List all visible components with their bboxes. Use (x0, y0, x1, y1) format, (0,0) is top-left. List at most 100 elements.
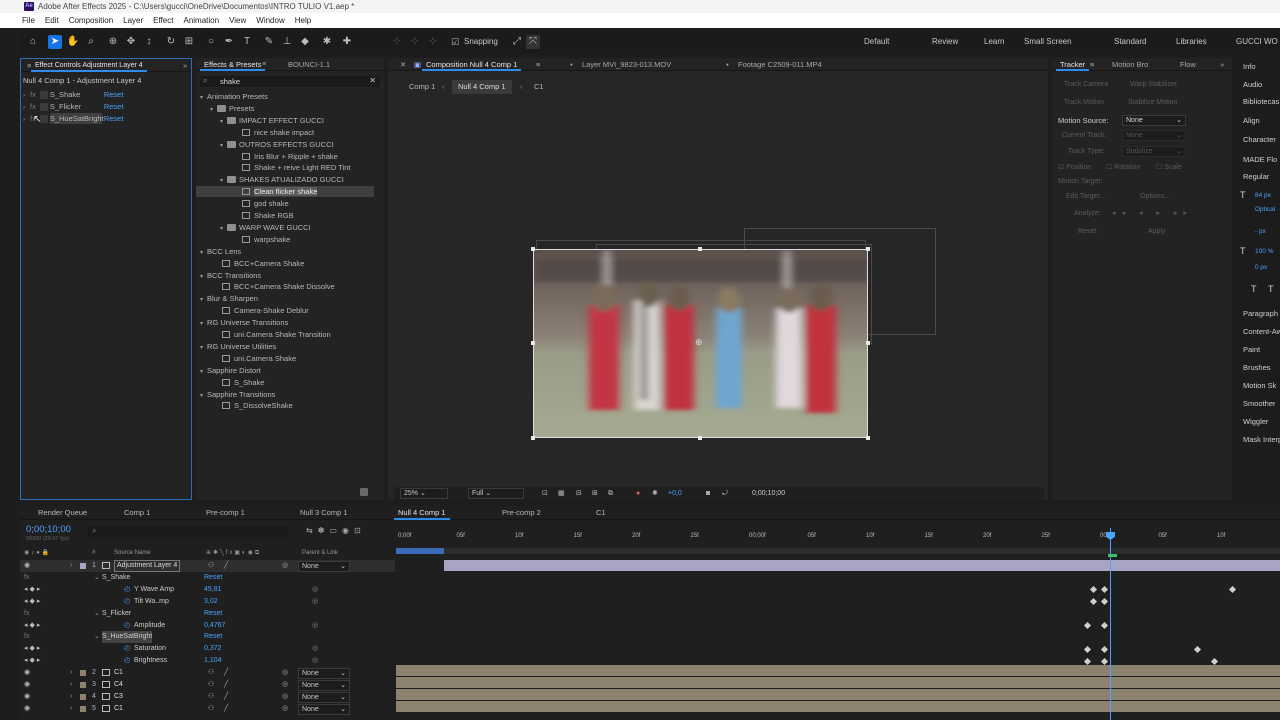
transparency-grid-icon[interactable]: ▦ (558, 487, 565, 500)
keyframe[interactable] (1083, 621, 1092, 630)
panel-menu-icon[interactable]: ≡ (532, 58, 544, 71)
tab-footage-c2509[interactable]: Footage C2509-011.MP4 (734, 58, 826, 71)
preset-item[interactable]: Camera-Shake Deblur (196, 305, 374, 316)
stopwatch-icon[interactable]: ◴ (124, 596, 130, 608)
preset-folder-item[interactable]: ▾ BCC Transitions (196, 270, 374, 281)
expand-arrow-icon[interactable]: › (70, 679, 72, 691)
keyframe[interactable] (1210, 657, 1219, 666)
preset-item[interactable]: BCC+Camera Shake (196, 258, 374, 269)
parent-dropdown[interactable]: None ⌄ (298, 561, 350, 572)
color-management-icon[interactable]: ✺ (652, 487, 658, 500)
snapshot-camera-icon[interactable]: ◙ (706, 487, 710, 500)
workspace-default[interactable]: Default (864, 37, 889, 46)
property-value[interactable]: 3,02 (204, 596, 218, 608)
tab-composition-null4[interactable]: Composition Null 4 Comp 1 (422, 58, 522, 71)
parent-dropdown[interactable]: None ⌄ (298, 691, 350, 703)
snap-extend-icon[interactable]: ⤧ (526, 35, 540, 49)
preset-folder-item[interactable]: ▾ Presets (196, 103, 374, 114)
type-tool-icon[interactable]: T (240, 35, 254, 49)
stopwatch-icon[interactable]: ◴ (124, 620, 130, 632)
shape-tool-icon[interactable]: ○ (204, 35, 218, 49)
preset-item[interactable]: Clean flicker shake (196, 186, 374, 198)
side-panel-audio[interactable]: Audio (1243, 80, 1262, 89)
layer-label-color[interactable] (80, 682, 86, 688)
keyframe-navigator-icon[interactable]: ◂◆▸ (24, 596, 42, 608)
shy-switch-icon[interactable]: ⚇ (208, 703, 214, 715)
time-ruler[interactable] (396, 526, 1280, 548)
parent-pickwhip-icon[interactable]: ◎ (282, 560, 288, 572)
keyframe[interactable] (1100, 645, 1109, 654)
text-property-icon[interactable]: T (1251, 284, 1257, 294)
dolly-camera-icon[interactable]: ↕ (142, 35, 156, 49)
fx-toggle[interactable]: fx (24, 608, 29, 620)
effects-search-input[interactable]: shake (220, 77, 240, 86)
tab-layer-mvi[interactable]: Layer MVI_9823-013.MOV (578, 58, 675, 71)
parent-pickwhip-icon[interactable]: ◎ (282, 703, 288, 715)
tab-tracker[interactable]: Tracker (1056, 58, 1090, 71)
timeline-property-row[interactable]: ◂◆▸ ◴ Y Wave Amp 45,81 ◎ (20, 584, 395, 596)
effect-reset-link[interactable]: Reset (204, 631, 222, 643)
source-name-header[interactable]: Source Name (114, 548, 151, 559)
timeline-layer-row[interactable]: ◉ › 3 C4 ⚇ ╱ ◎ None ⌄ (20, 679, 395, 691)
hand-tool-icon[interactable]: ✋ (66, 35, 80, 49)
quality-switch-icon[interactable]: ╱ (224, 560, 228, 572)
side-panel-paragraph[interactable]: Paragraph (1243, 309, 1278, 318)
effect-reset-link[interactable]: Reset (104, 102, 124, 111)
clear-search-icon[interactable]: ✕ (369, 76, 376, 85)
tracker-apply-button[interactable]: Apply (1148, 228, 1166, 235)
preset-folder-item[interactable]: ▾ SHAKES ATUALIZADO GUCCI (196, 174, 374, 185)
side-panel-smoother[interactable]: Smoother (1243, 399, 1276, 408)
layer-bar-c1[interactable] (396, 665, 1280, 676)
breadcrumb-c1[interactable]: C1 (534, 80, 544, 94)
color-channels-icon[interactable]: ● (636, 487, 640, 500)
mask-visibility-icon[interactable]: ⊟ (576, 487, 582, 500)
home-icon[interactable]: ⌂ (26, 35, 40, 49)
menu-layer[interactable]: Layer (123, 13, 143, 28)
region-of-interest-icon[interactable]: ⊡ (542, 487, 548, 500)
side-panel-100-[interactable]: 100 % (1255, 248, 1273, 255)
visibility-eye-icon[interactable]: ◉ (24, 560, 30, 572)
layer-name[interactable]: C4 (114, 679, 123, 691)
preset-item[interactable]: BCC+Camera Shake Dissolve (196, 281, 374, 292)
puppet-tool-icon[interactable]: ✚ (340, 35, 354, 49)
timeline-effect-row[interactable]: fx ⌄ S_Flicker Reset (20, 608, 395, 620)
expression-pickwhip-icon[interactable]: ◎ (312, 584, 318, 596)
quality-switch-icon[interactable]: ╱ (224, 691, 228, 703)
menu-edit[interactable]: Edit (45, 13, 59, 28)
timeline-switches-icons[interactable]: ⇆✽▭◉⊡ (306, 526, 366, 535)
chevron-down-icon[interactable]: ⌄ (94, 572, 100, 584)
preset-folder-item[interactable]: ▾ Sapphire Transitions (196, 389, 374, 400)
transform-handle[interactable] (698, 247, 702, 251)
pan-camera-icon[interactable]: ✥ (124, 35, 138, 49)
effect-name[interactable]: S_Flicker (102, 608, 131, 620)
expression-pickwhip-icon[interactable]: ◎ (312, 643, 318, 655)
analyze-controls-icon[interactable]: ◂◂ ◂ ▸ ▸▸ (1112, 209, 1193, 217)
parent-pickwhip-icon[interactable]: ◎ (282, 691, 288, 703)
timeline-property-row[interactable]: ◂◆▸ ◴ Brightness 1,104 ◎ (20, 655, 395, 667)
side-panel-84-px[interactable]: 84 px (1255, 192, 1271, 199)
work-area-range[interactable] (396, 548, 444, 554)
shy-switch-icon[interactable]: ⚇ (208, 667, 214, 679)
timeline-search-input[interactable]: ⌕ (88, 526, 288, 537)
side-panel-motion-sk[interactable]: Motion Sk (1243, 381, 1276, 390)
property-value[interactable]: 45,81 (204, 584, 222, 596)
expression-pickwhip-icon[interactable]: ◎ (312, 596, 318, 608)
layer-label-color[interactable] (80, 693, 86, 700)
channels-icon[interactable]: ⧉ (608, 487, 613, 500)
zoom-dropdown[interactable]: 25% ⌄ (400, 488, 448, 499)
preset-item[interactable]: Shake RGB (196, 210, 374, 221)
panel-menu-icon[interactable]: ≡ (1086, 58, 1098, 71)
brush-tool-icon[interactable]: ✎ (262, 35, 276, 49)
stopwatch-icon[interactable]: ◴ (124, 655, 130, 667)
clone-stamp-tool-icon[interactable]: ⊥ (280, 35, 294, 49)
panel-menu-icon[interactable]: ≡ (258, 58, 270, 71)
grid-guides-icon[interactable]: ⊞ (592, 487, 598, 500)
timeline-effect-row[interactable]: fx ⌄ S_HueSatBright Reset (20, 631, 395, 644)
keyframe[interactable] (1193, 645, 1202, 654)
preset-item[interactable]: S_Shake (196, 377, 374, 388)
expand-arrow-icon[interactable]: › (70, 691, 72, 703)
effect-reset-link[interactable]: Reset (204, 572, 222, 584)
layer-label-color[interactable] (80, 705, 86, 712)
breadcrumb-comp1[interactable]: Comp 1 (409, 80, 435, 94)
preset-folder-item[interactable]: ▾ WARP WAVE GUCCI (196, 222, 374, 233)
